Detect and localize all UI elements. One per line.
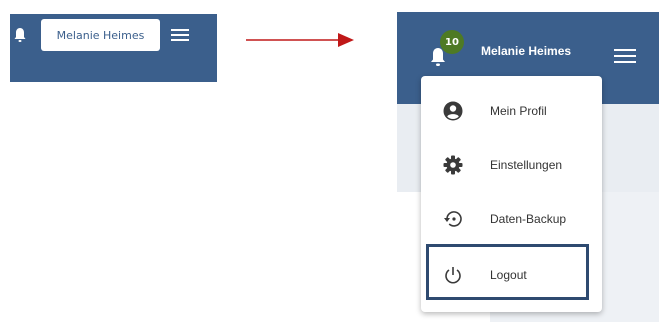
- user-name-button[interactable]: Melanie Heimes: [41, 19, 160, 51]
- user-dropdown-menu: Mein Profil Einstellungen Daten-Backup L…: [421, 76, 602, 312]
- notification-badge: 10: [440, 30, 464, 54]
- menu-item-mein-profil[interactable]: Mein Profil: [421, 83, 602, 139]
- backup-restore-icon: [442, 208, 464, 230]
- menu-item-label: Daten-Backup: [490, 212, 567, 226]
- user-circle-icon: [442, 100, 464, 122]
- gear-icon: [442, 154, 464, 176]
- menu-item-label: Mein Profil: [490, 104, 547, 118]
- notification-count: 10: [445, 36, 459, 48]
- hamburger-menu-icon[interactable]: [171, 28, 189, 42]
- transition-arrow-icon: [246, 33, 354, 47]
- bell-icon[interactable]: [13, 27, 27, 43]
- hamburger-menu-icon[interactable]: [614, 48, 636, 64]
- logout-highlight-box: [426, 244, 589, 300]
- user-name-button[interactable]: Melanie Heimes: [481, 44, 571, 58]
- user-name-label: Melanie Heimes: [56, 28, 145, 42]
- menu-item-einstellungen[interactable]: Einstellungen: [421, 137, 602, 193]
- menu-item-label: Einstellungen: [490, 158, 563, 172]
- user-name-label: Melanie Heimes: [481, 44, 572, 58]
- menu-item-daten-backup[interactable]: Daten-Backup: [421, 191, 602, 247]
